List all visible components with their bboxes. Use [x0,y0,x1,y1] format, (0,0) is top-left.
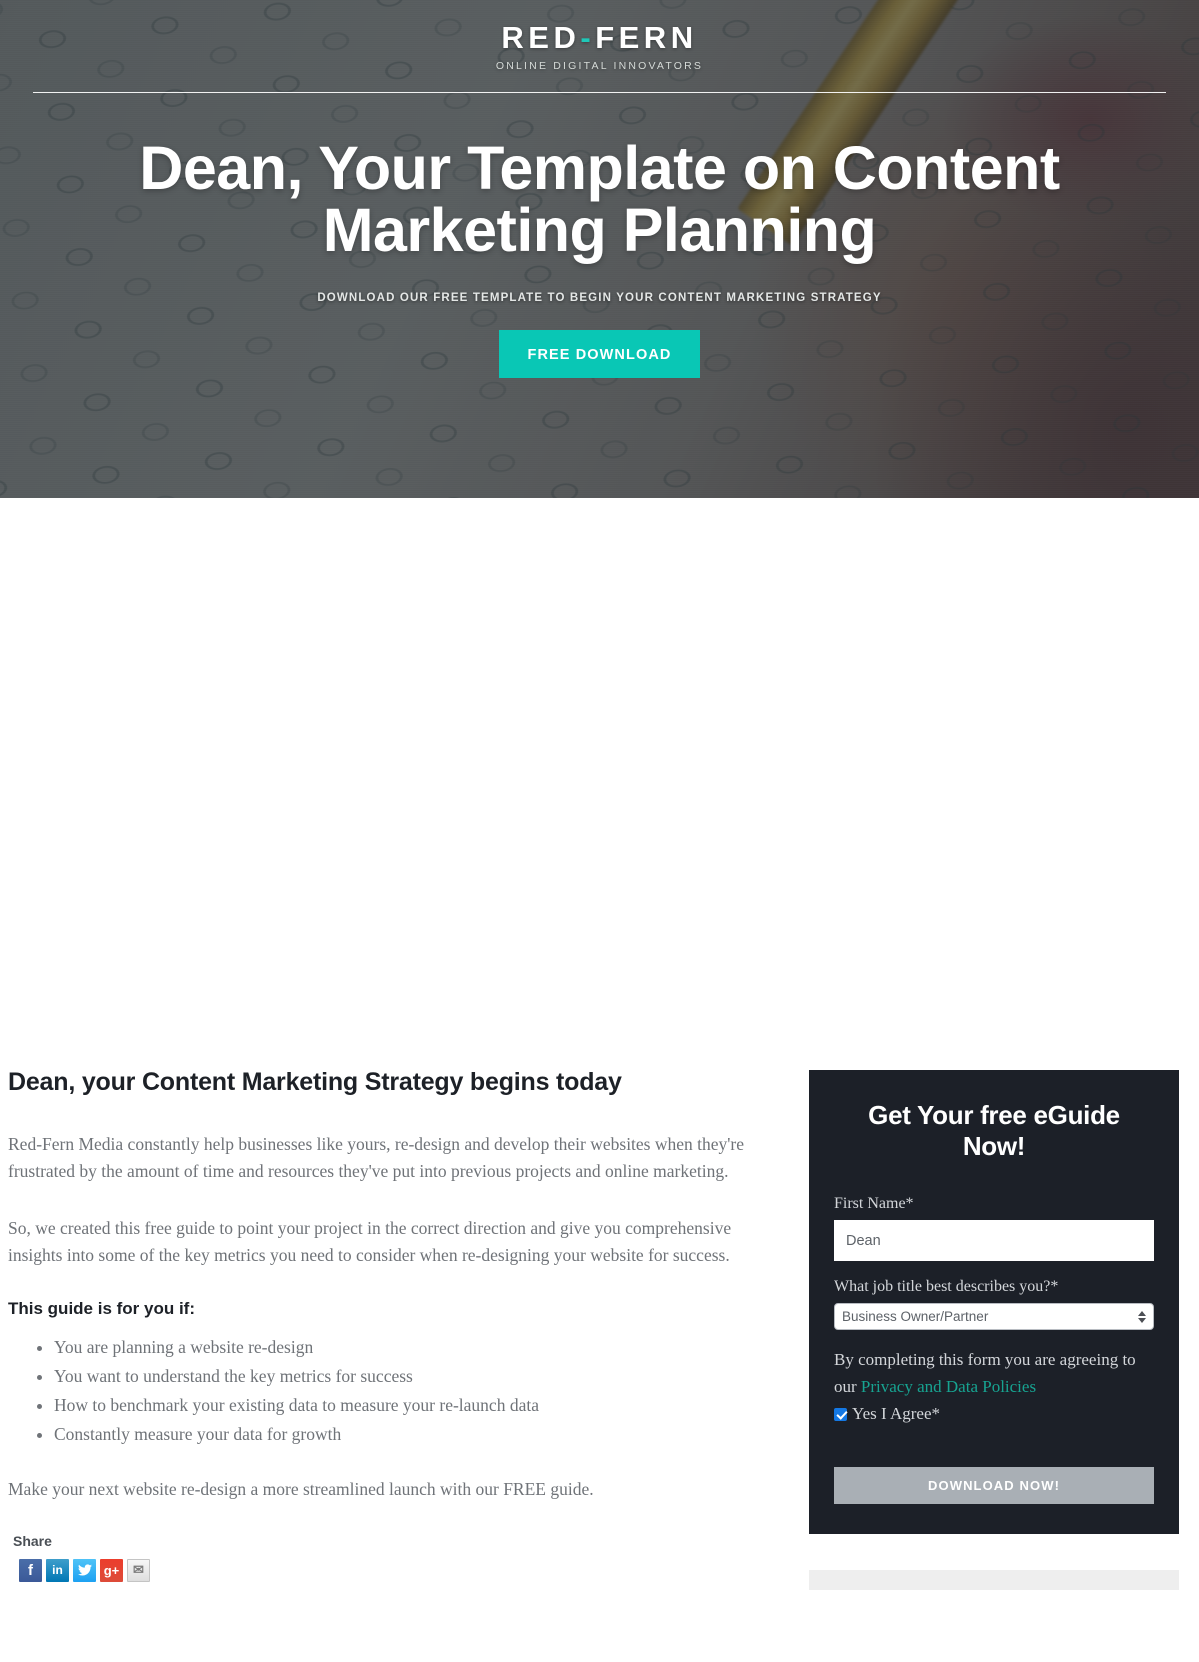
agree-checkbox[interactable] [834,1407,847,1421]
list-item: Constantly measure your data for growth [54,1421,788,1447]
benefits-list: You are planning a website re-design You… [8,1334,788,1447]
share-buttons: f in g+ ✉ [19,1558,788,1582]
download-now-button[interactable]: DOWNLOAD NOW! [834,1467,1154,1505]
twitter-share-icon[interactable] [73,1558,96,1582]
privacy-policy-link[interactable]: Privacy and Data Policies [861,1377,1036,1396]
agree-row: Yes I Agree* [834,1404,1154,1424]
first-name-group: First Name* [834,1195,1154,1262]
email-share-icon[interactable]: ✉ [127,1558,150,1582]
intro-paragraph-2: So, we created this free guide to point … [8,1217,732,1265]
agree-label: Yes I Agree* [852,1404,940,1424]
job-title-label: What job title best describes you?* [834,1278,1059,1296]
job-title-group: What job title best describes you?* Busi… [834,1278,1154,1331]
share-label: Share [13,1532,52,1549]
hero-banner: RED-FERN ONLINE DIGITAL INNOVATORS Dean,… [0,0,1199,498]
logo-wordmark: RED-FERN [0,20,1199,55]
page-title: Dean, your Content Marketing Strategy be… [8,1068,622,1096]
first-name-label: First Name* [834,1195,914,1213]
list-item: How to benchmark your existing data to m… [54,1392,788,1418]
lead-capture-form: Get Your free eGuide Now! First Name* Wh… [809,1070,1179,1535]
googleplus-share-icon[interactable]: g+ [100,1558,123,1582]
hero-subtitle: DOWNLOAD OUR FREE TEMPLATE TO BEGIN YOUR… [317,291,882,304]
list-heading: This guide is for you if: [8,1298,195,1318]
article-column: Dean, your Content Marketing Strategy be… [8,1068,788,1582]
logo-word-red: RED [501,20,581,55]
job-title-select[interactable]: Business Owner/Partner Marketing Manager… [834,1303,1154,1331]
linkedin-share-icon[interactable]: in [46,1558,69,1582]
intro-paragraph-1: Red-Fern Media constantly help businesse… [8,1134,745,1181]
logo-word-fern: FERN [595,20,698,55]
logo-tagline: ONLINE DIGITAL INNOVATORS [495,59,704,72]
first-name-input[interactable] [834,1220,1154,1262]
consent-text: By completing this form you are agreeing… [834,1347,1154,1400]
list-item: You are planning a website re-design [54,1334,788,1360]
free-download-button[interactable]: FREE DOWNLOAD [499,329,700,378]
footer-band [809,1570,1179,1590]
list-item: You want to understand the key metrics f… [54,1363,788,1389]
main-content: Dean, your Content Marketing Strategy be… [0,498,1199,1662]
form-title: Get Your free eGuide Now! [868,1100,1120,1161]
hero-divider [33,91,1166,93]
closing-paragraph: Make your next website re-design a more … [8,1479,594,1499]
logo-dash: - [580,20,596,55]
facebook-share-icon[interactable]: f [19,1558,42,1582]
site-logo[interactable]: RED-FERN ONLINE DIGITAL INNOVATORS [0,0,1199,72]
hero-title: Dean, Your Template on Content Marketing… [139,133,1060,264]
